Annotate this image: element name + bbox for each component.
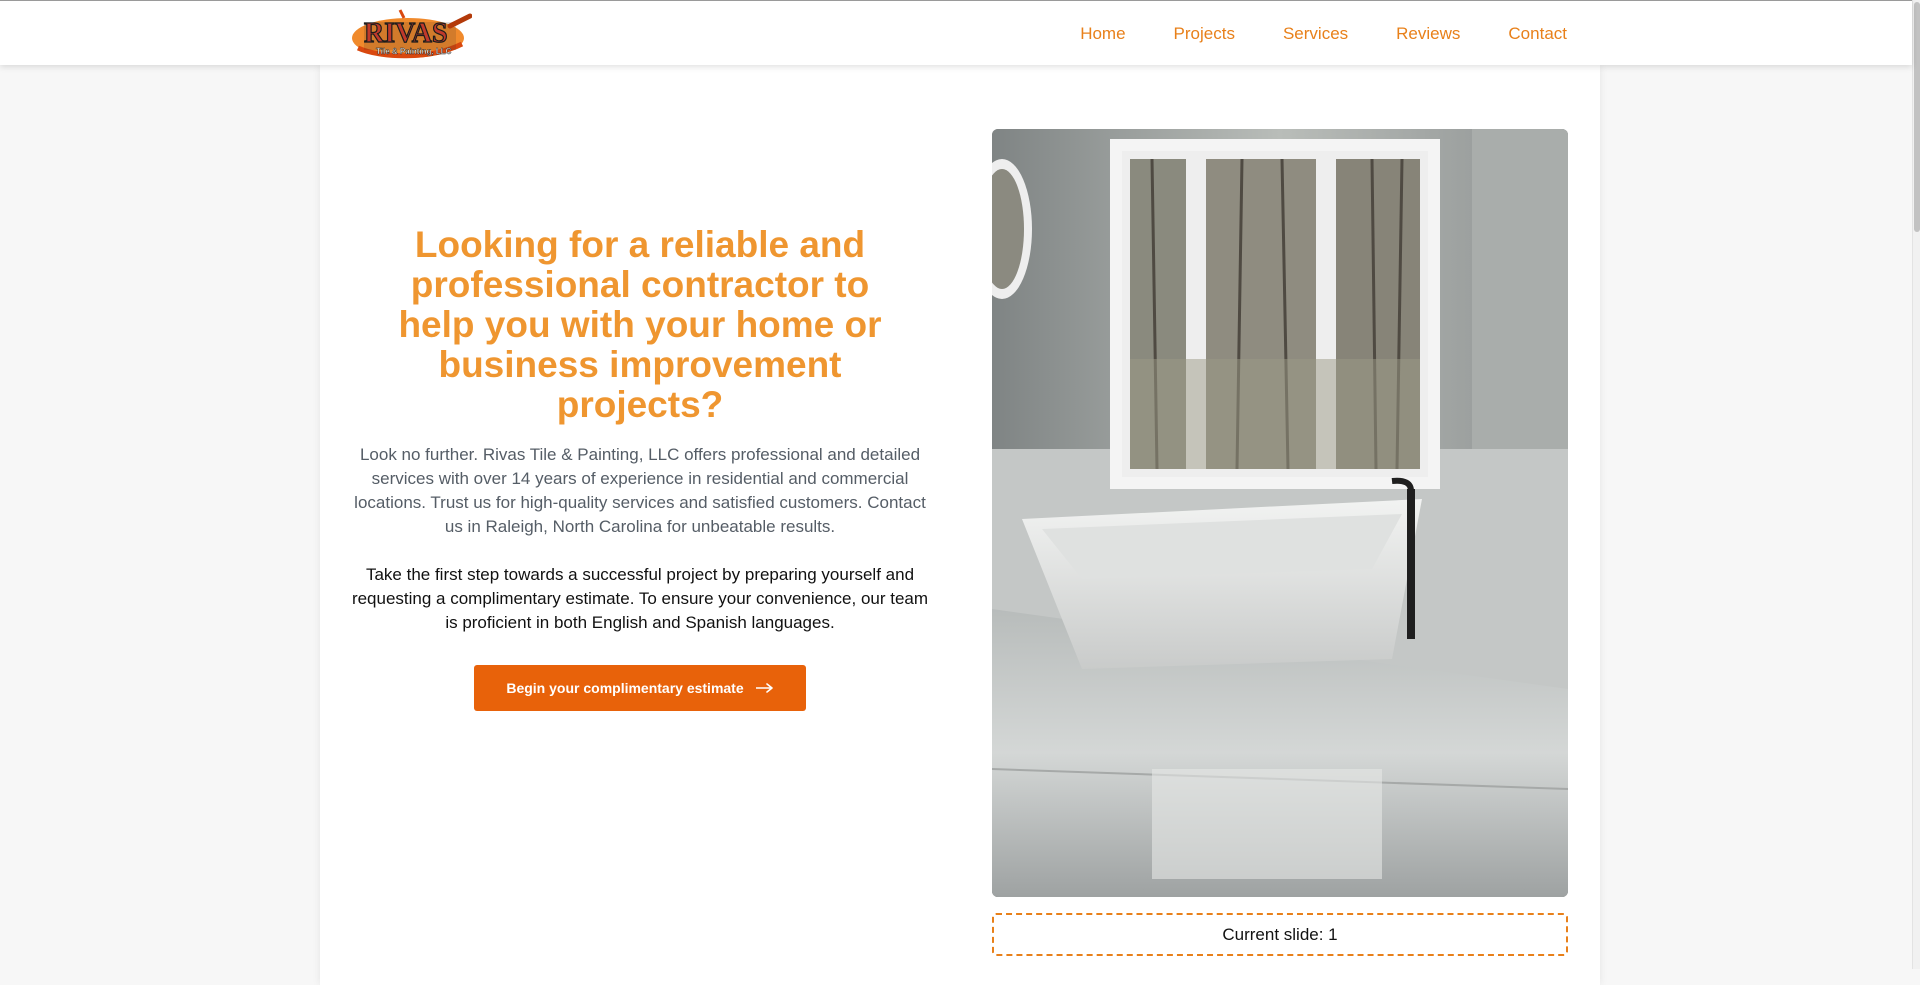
top-navbar: RIVAS Tile & Painting, LLC Home Projects… — [0, 0, 1912, 65]
main-nav: Home Projects Services Reviews Contact — [1080, 1, 1567, 66]
begin-estimate-button-label: Begin your complimentary estimate — [506, 680, 744, 696]
arrow-right-icon — [755, 683, 774, 693]
hero-cta-paragraph: Take the first step towards a successful… — [351, 565, 929, 632]
hero-card: Looking for a reliable and professional … — [320, 65, 1600, 985]
page-scrollbar[interactable] — [1912, 0, 1920, 969]
scrollbar-thumb[interactable] — [1914, 2, 1920, 232]
nav-contact-link[interactable]: Contact — [1508, 24, 1567, 44]
hero-headline: Looking for a reliable and professional … — [398, 224, 882, 425]
company-logo[interactable]: RIVAS Tile & Painting, LLC — [350, 8, 473, 60]
svg-text:RIVAS: RIVAS — [364, 18, 448, 49]
svg-text:Tile & Painting, LLC: Tile & Painting, LLC — [376, 47, 452, 56]
hero-text: Looking for a reliable and professional … — [350, 225, 930, 711]
begin-estimate-button[interactable]: Begin your complimentary estimate — [474, 665, 806, 711]
nav-reviews-link[interactable]: Reviews — [1396, 24, 1460, 44]
slide-status: Current slide: 1 — [992, 913, 1568, 956]
nav-projects-link[interactable]: Projects — [1174, 24, 1235, 44]
nav-home-link[interactable]: Home — [1080, 24, 1125, 44]
hero-lead-paragraph: Look no further. Rivas Tile & Painting, … — [354, 445, 926, 536]
project-slide-image[interactable] — [992, 129, 1568, 897]
nav-services-link[interactable]: Services — [1283, 24, 1348, 44]
